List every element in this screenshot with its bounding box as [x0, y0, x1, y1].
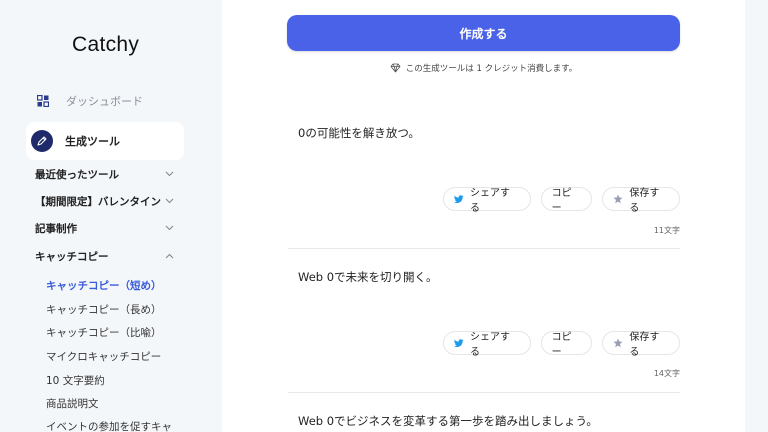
- sidebar: Catchy ダッシュボード 生成ツール 最近使ったツール 【期間限定】バレンタ…: [0, 0, 222, 432]
- result-card: 0の可能性を解き放つ。 シェアする コピー 保存する 11文字: [288, 122, 680, 250]
- result-actions: シェアする コピー 保存する: [443, 331, 680, 358]
- sidebar-category-recent[interactable]: 最近使ったツール: [35, 164, 175, 184]
- chevron-down-icon: [163, 195, 175, 207]
- twitter-icon: [454, 194, 464, 204]
- sidebar-category-catchcopy[interactable]: キャッチコピー: [35, 246, 175, 266]
- category-label: 記事制作: [35, 222, 77, 235]
- create-button[interactable]: 作成する: [287, 15, 680, 51]
- sidebar-item-dashboard[interactable]: ダッシュボード: [26, 82, 184, 120]
- credit-note: この生成ツールは 1 クレジット消費します。: [222, 62, 745, 74]
- save-button[interactable]: 保存する: [602, 331, 680, 358]
- sidebar-category-valentine[interactable]: 【期間限定】バレンタイン: [35, 191, 175, 211]
- share-label: シェアする: [470, 332, 510, 358]
- sidebar-item-tools[interactable]: 生成ツール: [26, 122, 184, 160]
- result-text[interactable]: 0の可能性を解き放つ。: [298, 125, 420, 141]
- chevron-up-icon: [163, 250, 175, 262]
- sidebar-item-label: 生成ツール: [65, 135, 120, 148]
- chevron-down-icon: [163, 168, 175, 180]
- chevron-down-icon: [163, 222, 175, 234]
- category-label: 最近使ったツール: [35, 168, 119, 181]
- pen-icon: [31, 130, 53, 152]
- star-icon: [613, 338, 623, 348]
- sidebar-category-articles[interactable]: 記事制作: [35, 218, 175, 238]
- save-label: 保存する: [629, 188, 660, 214]
- sidebar-subitem-catchcopy-short[interactable]: キャッチコピー（短め）: [46, 278, 162, 293]
- star-icon: [613, 194, 623, 204]
- dashboard-icon: [34, 92, 52, 110]
- share-label: シェアする: [470, 188, 510, 214]
- twitter-icon: [454, 338, 464, 348]
- app-logo[interactable]: Catchy: [72, 33, 139, 57]
- result-actions: シェアする コピー 保存する: [443, 187, 680, 214]
- result-text[interactable]: Web 0で未来を切り開く。: [298, 269, 438, 285]
- sidebar-subitem-catchcopy-metaphor[interactable]: キャッチコピー（比喩）: [46, 325, 162, 340]
- diamond-icon: [390, 63, 401, 73]
- credit-note-text: この生成ツールは 1 クレジット消費します。: [405, 64, 578, 74]
- divider: [288, 392, 680, 393]
- sidebar-item-label: ダッシュボード: [66, 95, 143, 108]
- copy-button[interactable]: コピー: [540, 331, 593, 358]
- sidebar-subitem-micro-catchcopy[interactable]: マイクロキャッチコピー: [46, 349, 161, 364]
- sidebar-subitem-10-char-summary[interactable]: 10 文字要約: [46, 373, 105, 388]
- sidebar-subitem-event-catchcopy[interactable]: イベントの参加を促すキャ: [46, 419, 174, 432]
- char-count: 14文字: [653, 369, 680, 378]
- sidebar-subitem-catchcopy-long[interactable]: キャッチコピー（長め）: [46, 302, 162, 317]
- share-button[interactable]: シェアする: [443, 331, 531, 358]
- save-label: 保存する: [629, 332, 660, 358]
- save-button[interactable]: 保存する: [602, 187, 680, 214]
- category-label: キャッチコピー: [35, 250, 109, 263]
- result-text[interactable]: Web 0でビジネスを変革する第一歩を踏み出しましょう。: [298, 413, 598, 429]
- sidebar-subitem-product-description[interactable]: 商品説明文: [46, 396, 99, 411]
- result-card: Web 0でビジネスを変革する第一歩を踏み出しましょう。: [288, 410, 680, 432]
- category-label: 【期間限定】バレンタイン: [35, 195, 161, 208]
- main-panel: 作成する この生成ツールは 1 クレジット消費します。 0の可能性を解き放つ。 …: [222, 0, 745, 432]
- right-gutter: [745, 0, 768, 432]
- char-count: 11文字: [653, 226, 680, 235]
- share-button[interactable]: シェアする: [443, 187, 531, 214]
- copy-button[interactable]: コピー: [540, 187, 593, 214]
- divider: [288, 248, 680, 249]
- result-card: Web 0で未来を切り開く。 シェアする コピー 保存する 14文字: [288, 266, 680, 394]
